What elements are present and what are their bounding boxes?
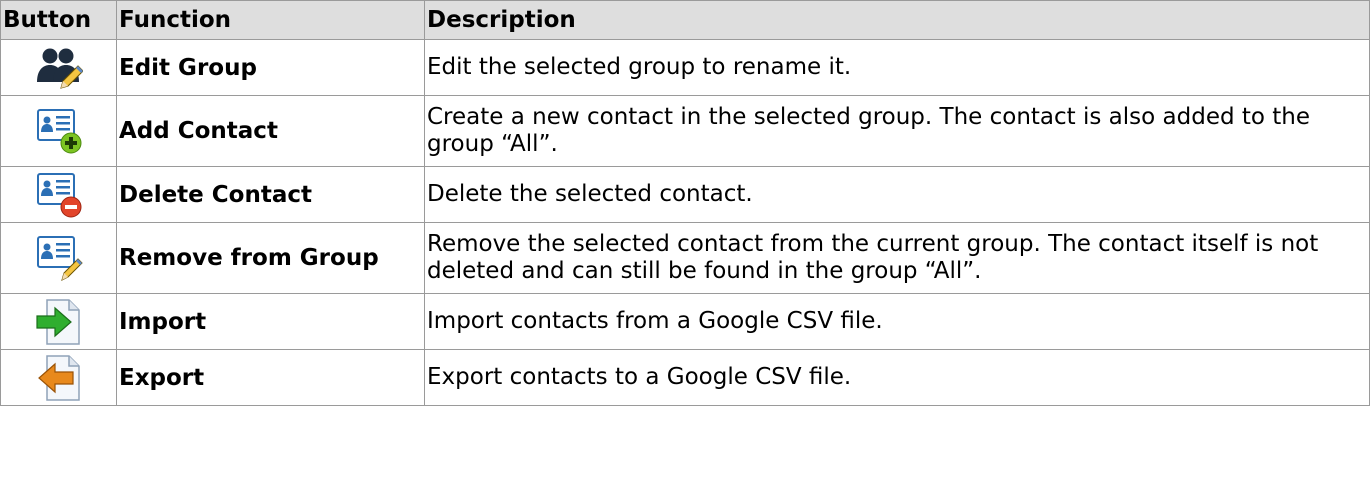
icon-cell	[0, 166, 117, 223]
function-label: Export	[116, 349, 425, 406]
description-text: Import contacts from a Google CSV file.	[424, 293, 1370, 350]
table-header-row: Button Function Description	[0, 0, 1370, 40]
icon-cell	[0, 349, 117, 406]
description-text: Edit the selected group to rename it.	[424, 39, 1370, 96]
export-icon	[37, 354, 80, 401]
table-row: Edit Group Edit the selected group to re…	[0, 39, 1370, 96]
edit-group-icon	[36, 48, 83, 89]
function-label: Edit Group	[116, 39, 425, 96]
remove-from-group-icon	[36, 236, 83, 281]
icon-cell	[0, 293, 117, 350]
function-label: Import	[116, 293, 425, 350]
table-row: Remove from Group Remove the selected co…	[0, 222, 1370, 294]
icon-cell	[0, 39, 117, 96]
function-label: Add Contact	[116, 95, 425, 167]
delete-contact-icon	[36, 172, 81, 217]
description-text: Remove the selected contact from the cur…	[424, 222, 1370, 294]
header-description: Description	[424, 0, 1370, 40]
import-icon	[35, 298, 80, 345]
table-row: Delete Contact Delete the selected conta…	[0, 166, 1370, 223]
button-reference-table: Button Function Description Edit Group E…	[0, 0, 1370, 406]
icon-cell	[0, 222, 117, 294]
description-text: Create a new contact in the selected gro…	[424, 95, 1370, 167]
table-row: Import Import contacts from a Google CSV…	[0, 293, 1370, 350]
function-label: Remove from Group	[116, 222, 425, 294]
description-text: Export contacts to a Google CSV file.	[424, 349, 1370, 406]
add-contact-icon	[36, 109, 81, 154]
header-function: Function	[116, 0, 425, 40]
header-button: Button	[0, 0, 117, 40]
function-label: Delete Contact	[116, 166, 425, 223]
table-row: Add Contact Create a new contact in the …	[0, 95, 1370, 167]
icon-cell	[0, 95, 117, 167]
table-row: Export Export contacts to a Google CSV f…	[0, 349, 1370, 406]
description-text: Delete the selected contact.	[424, 166, 1370, 223]
